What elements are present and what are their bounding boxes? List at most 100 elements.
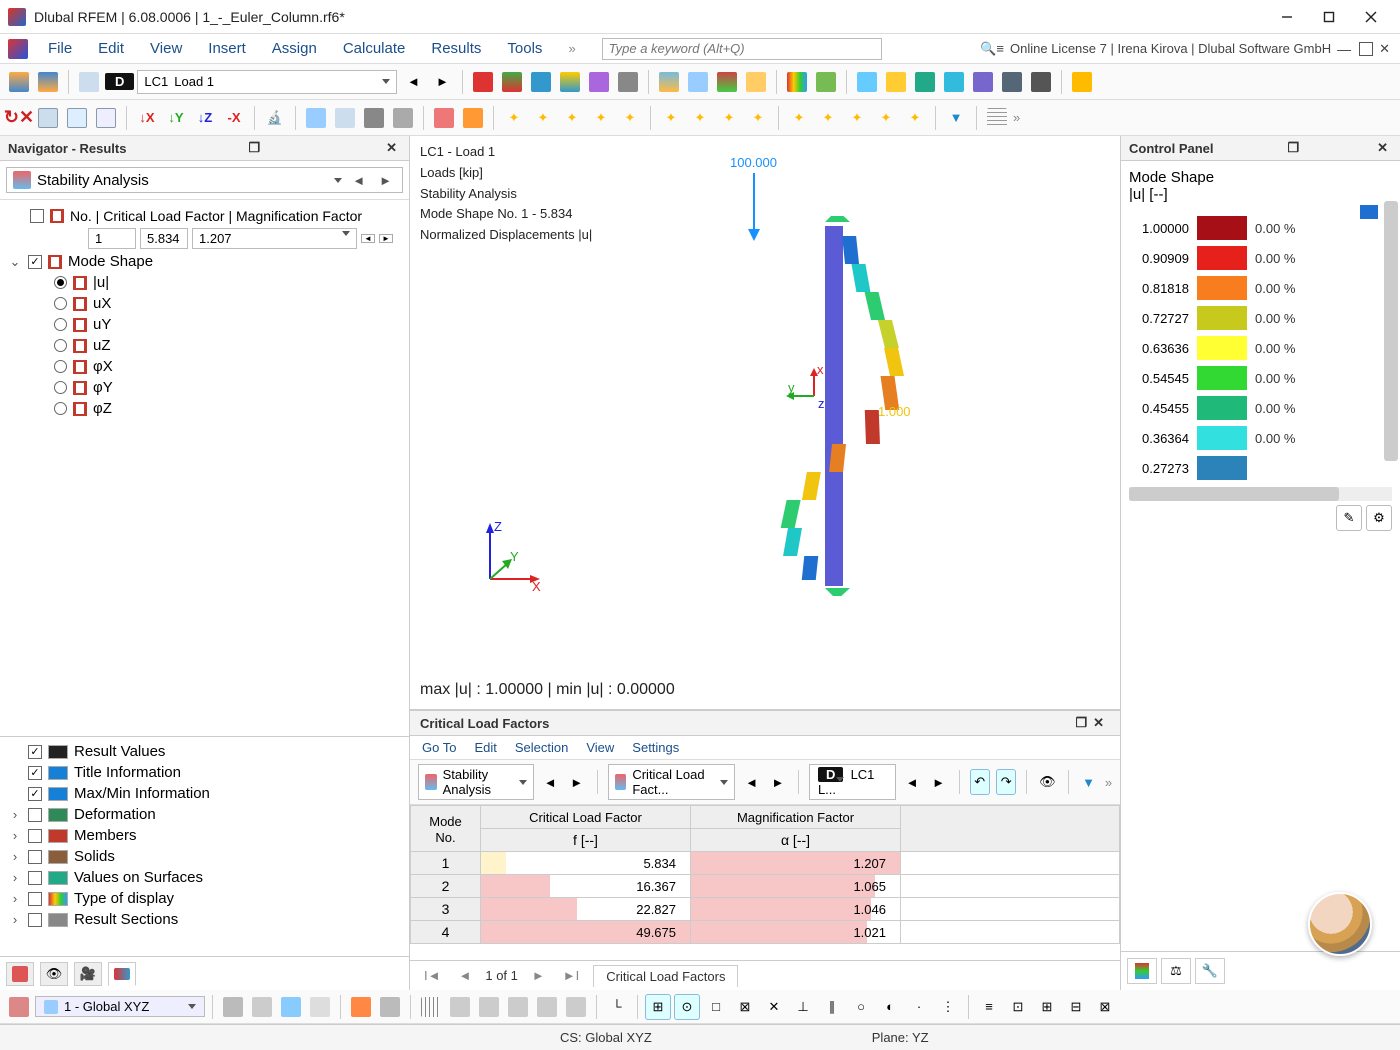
tool-icon[interactable] [332,105,358,131]
osnap-icon[interactable]: ◐ [877,994,903,1020]
display-option-deformation[interactable]: › Deformation [4,804,405,825]
tool-icon[interactable] [6,69,32,95]
menu-results[interactable]: Results [421,36,491,61]
axis-x-icon[interactable]: ↓X [134,105,160,131]
cp-tab-scale[interactable]: ⚖ [1161,958,1191,984]
close-panel-icon[interactable]: ✕ [1373,140,1392,156]
expand-icon[interactable]: › [8,849,22,864]
menu-edit[interactable]: Edit [88,36,134,61]
tool-icon[interactable] [303,105,329,131]
maximize-button[interactable] [1308,3,1350,31]
sync-icon[interactable]: ↷ [996,769,1016,795]
display-checkbox[interactable] [28,808,42,822]
tool-icon[interactable] [714,69,740,95]
filter-icon[interactable]: ▼ [943,105,969,131]
workspace-icon[interactable] [6,994,32,1020]
display-option-type-of-display[interactable]: › Type of display [4,888,405,909]
close-button[interactable] [1350,3,1392,31]
osnap-icon[interactable]: ⊞ [645,994,671,1020]
tool-icon[interactable] [76,69,102,95]
table-combo-result[interactable]: Critical Load Fact... [608,764,736,800]
table-row[interactable]: 1 5.834 1.207 [411,852,1120,875]
spark-icon[interactable]: ✦ [617,105,643,131]
factor-spinner[interactable]: ► [379,234,393,243]
table-tab[interactable]: Critical Load Factors [593,965,738,987]
close-panel-icon[interactable]: ✕ [382,140,401,156]
tool-icon[interactable] [854,69,880,95]
nav-tab-display[interactable]: 👁 [40,962,68,986]
prev-button[interactable]: ◄ [741,769,761,795]
snap-icon[interactable] [278,994,304,1020]
workspace-selector[interactable]: 1 - Global XYZ [35,996,205,1017]
osnap-icon[interactable]: ⋮ [935,994,961,1020]
tool-icon[interactable] [470,69,496,95]
spark-icon[interactable]: ✦ [873,105,899,131]
table-menu-selection[interactable]: Selection [515,740,568,755]
spark-icon[interactable]: ✦ [687,105,713,131]
osnap-icon[interactable]: ⊠ [732,994,758,1020]
display-option-members[interactable]: › Members [4,825,405,846]
expand-icon[interactable]: › [8,807,22,822]
mode-radio-uY[interactable]: uY [4,314,405,335]
axis-neg-x-icon[interactable]: -X [221,105,247,131]
mode-radio-uZ[interactable]: uZ [4,335,405,356]
search-help-icon[interactable]: 🔍≡ [980,41,1004,57]
display-checkbox[interactable] [28,829,42,843]
factor-checkbox[interactable] [30,209,44,223]
prev-lc-button[interactable]: ◄ [400,69,426,95]
menu-calculate[interactable]: Calculate [333,36,416,61]
cp-tab-filter[interactable]: 🔧 [1195,958,1225,984]
menu-file[interactable]: File [38,36,82,61]
overflow-icon[interactable]: » [1105,775,1112,790]
mode-radio-u[interactable]: |u| [4,272,405,293]
overflow-icon[interactable]: » [1013,110,1020,125]
load-case-selector[interactable]: LC1 Load 1 [137,70,397,94]
snap-icon[interactable] [220,994,246,1020]
nav-tab-results[interactable] [108,962,136,986]
snap-icon[interactable] [377,994,403,1020]
osnap-icon[interactable]: ∥ [819,994,845,1020]
table-menu-edit[interactable]: Edit [474,740,496,755]
collapse-icon[interactable]: ⌄ [8,254,22,270]
spark-icon[interactable]: ✦ [588,105,614,131]
axis-z-icon[interactable]: ↓Z [192,105,218,131]
next-button[interactable]: ► [566,769,586,795]
undock-icon[interactable]: ❐ [1283,140,1303,156]
guide-icon[interactable]: ⊞ [1034,994,1060,1020]
spark-icon[interactable]: ✦ [530,105,556,131]
legend-scrollbar[interactable] [1384,201,1398,461]
keyword-search-input[interactable] [602,38,882,60]
filter-icon[interactable]: ▼ [1078,769,1098,795]
axis-y-icon[interactable]: ↓Y [163,105,189,131]
expand-icon[interactable]: › [8,828,22,843]
grid-icon[interactable] [476,994,502,1020]
table-row[interactable]: 2 16.367 1.065 [411,875,1120,898]
guide-icon[interactable]: ⊡ [1005,994,1031,1020]
grid-icon[interactable] [505,994,531,1020]
nav-tab-data[interactable] [6,962,34,986]
tool-icon[interactable] [557,69,583,95]
snap-icon[interactable] [307,994,333,1020]
mode-radio-X[interactable]: φX [4,356,405,377]
close-panel-icon[interactable]: ✕ [1087,715,1110,731]
tool-icon[interactable] [35,69,61,95]
table-row[interactable]: 4 49.675 1.021 [411,921,1120,944]
radio-icon[interactable] [54,297,67,310]
undock-icon[interactable]: ❐ [1075,715,1087,731]
grid-icon[interactable] [418,994,444,1020]
cube-icon[interactable] [93,105,119,131]
display-checkbox[interactable] [28,766,42,780]
display-option-solids[interactable]: › Solids [4,846,405,867]
expand-icon[interactable]: › [8,891,22,906]
last-page-button[interactable]: ►I [559,968,583,983]
next-button[interactable]: ► [928,769,948,795]
radio-icon[interactable] [54,360,67,373]
minimize-button[interactable] [1266,3,1308,31]
osnap-icon[interactable]: □ [703,994,729,1020]
table-menu-goto[interactable]: Go To [422,740,456,755]
table-combo-analysis[interactable]: Stability Analysis [418,764,534,800]
osnap-icon[interactable]: ⊥ [790,994,816,1020]
mode-radio-Y[interactable]: φY [4,377,405,398]
osnap-icon[interactable]: ⊙ [674,994,700,1020]
grid-icon[interactable] [447,994,473,1020]
